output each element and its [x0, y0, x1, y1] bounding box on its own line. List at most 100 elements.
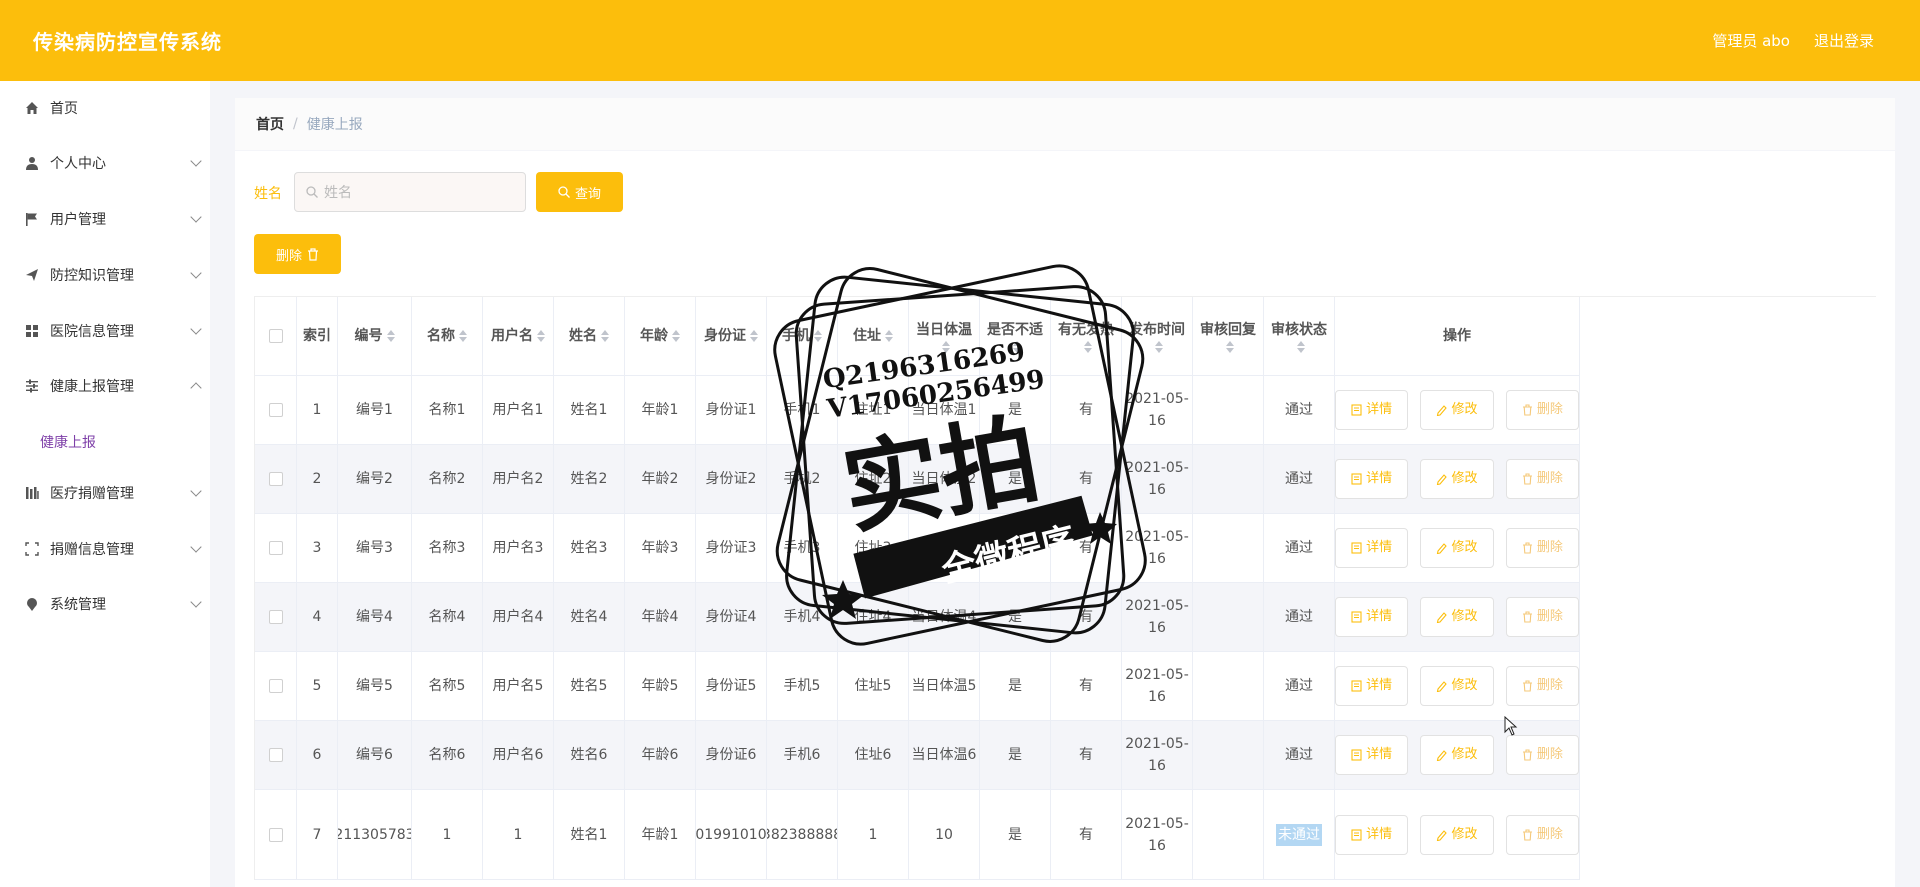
detail-button[interactable]: 详情: [1335, 597, 1409, 637]
header-unwell[interactable]: 是否不适: [980, 297, 1051, 376]
delete-button[interactable]: 删除: [1505, 666, 1579, 706]
sort-icon[interactable]: [1013, 341, 1021, 353]
header-temp-label: 当日体温: [916, 322, 972, 338]
row-checkbox[interactable]: [268, 748, 283, 762]
sort-icon[interactable]: [814, 330, 822, 342]
logout-link[interactable]: 退出登录: [1814, 30, 1874, 51]
sidebar-item-health-report-management[interactable]: 健康上报管理: [0, 366, 210, 406]
edit-button[interactable]: 修改: [1420, 597, 1494, 637]
grid-icon: [24, 323, 40, 339]
sort-icon[interactable]: [750, 330, 758, 342]
header-publish-label: 发布时间: [1129, 322, 1185, 338]
sidebar-item-hospital-management[interactable]: 医院信息管理: [0, 311, 210, 351]
edit-button-label: 修改: [1451, 747, 1478, 762]
detail-button[interactable]: 详情: [1335, 666, 1409, 706]
delete-button[interactable]: 删除: [1505, 459, 1579, 499]
edit-button-label: 修改: [1451, 540, 1478, 555]
row-checkbox[interactable]: [268, 610, 283, 624]
delete-button[interactable]: 删除: [1505, 814, 1579, 855]
header-name[interactable]: 名称: [412, 297, 483, 376]
sort-icon[interactable]: [459, 330, 467, 342]
cell-name: 名称5: [412, 652, 483, 721]
top-header: 传染病防控宣传系统 管理员 abo 退出登录: [0, 0, 1920, 81]
search-input[interactable]: 姓名: [294, 172, 526, 212]
sort-icon[interactable]: [885, 330, 893, 342]
select-all-checkbox[interactable]: [268, 329, 283, 343]
sidebar-item-user-management[interactable]: 用户管理: [0, 199, 210, 239]
sort-icon[interactable]: [1155, 341, 1163, 353]
cell-fever-value: 有: [1079, 747, 1093, 763]
header-fever[interactable]: 有无发热: [1051, 297, 1122, 376]
sidebar-item-knowledge-management[interactable]: 防控知识管理: [0, 255, 210, 295]
sidebar-item-donation-info-management[interactable]: 捐赠信息管理: [0, 529, 210, 569]
cell-ops: 详情 修改 删除: [1335, 721, 1580, 790]
cell-realname-value: 姓名2: [570, 471, 608, 487]
delete-button[interactable]: 删除: [1505, 528, 1579, 568]
cell-username-value: 用户名1: [492, 402, 544, 418]
header-reply[interactable]: 审核回复: [1193, 297, 1264, 376]
sidebar-item-home[interactable]: 首页: [0, 88, 210, 128]
sort-icon[interactable]: [386, 330, 395, 342]
breadcrumb-home[interactable]: 首页: [256, 114, 284, 134]
header-age[interactable]: 年龄: [625, 297, 696, 376]
edit-button[interactable]: 修改: [1420, 735, 1494, 775]
row-checkbox[interactable]: [268, 679, 283, 693]
cell-address: 住址1: [838, 376, 909, 445]
delete-button[interactable]: 删除: [1505, 735, 1579, 775]
header-idcard[interactable]: 身份证: [696, 297, 767, 376]
sort-icon[interactable]: [942, 341, 950, 353]
sort-icon[interactable]: [1226, 341, 1234, 353]
header-code[interactable]: 编号: [338, 297, 412, 376]
sidebar-item-donation-management[interactable]: 医疗捐赠管理: [0, 473, 210, 513]
detail-button[interactable]: 详情: [1335, 459, 1409, 499]
header-username[interactable]: 用户名: [483, 297, 554, 376]
detail-button[interactable]: 详情: [1335, 528, 1409, 568]
row-checkbox[interactable]: [268, 403, 283, 417]
edit-button[interactable]: 修改: [1420, 814, 1494, 855]
cell-fever-value: 有: [1079, 471, 1093, 487]
header-realname[interactable]: 姓名: [554, 297, 625, 376]
header-publish[interactable]: 发布时间: [1122, 297, 1193, 376]
edit-button[interactable]: 修改: [1420, 390, 1494, 430]
delete-button[interactable]: 删除: [1505, 390, 1579, 430]
delete-button[interactable]: 删除: [1505, 597, 1579, 637]
sidebar-item-label: 系统管理: [50, 597, 106, 613]
sort-icon[interactable]: [1297, 341, 1305, 353]
edit-icon: [1437, 612, 1448, 623]
row-checkbox[interactable]: [268, 472, 283, 486]
sort-icon[interactable]: [672, 330, 680, 342]
edit-button[interactable]: 修改: [1420, 666, 1494, 706]
header-phone[interactable]: 手机: [767, 297, 838, 376]
sidebar-subitem-health-report[interactable]: 健康上报: [0, 422, 210, 462]
header-address[interactable]: 住址: [838, 297, 909, 376]
row-checkbox[interactable]: [268, 541, 283, 555]
edit-button[interactable]: 修改: [1420, 528, 1494, 568]
cell-age-value: 年龄5: [641, 678, 679, 694]
chevron-down-icon: [190, 596, 202, 608]
sort-icon[interactable]: [537, 330, 545, 342]
cell-realname: 姓名6: [554, 721, 625, 790]
header-status[interactable]: 审核状态: [1264, 297, 1335, 376]
detail-button[interactable]: 详情: [1335, 735, 1409, 775]
cell-reply: [1193, 721, 1264, 790]
cell-phone-value: 手机1: [783, 402, 821, 418]
sort-icon[interactable]: [1084, 341, 1092, 353]
batch-delete-button[interactable]: 删除: [254, 234, 341, 274]
query-button[interactable]: 查询: [536, 172, 623, 212]
header-ops: 操作: [1335, 297, 1580, 376]
sidebar-item-personal-center[interactable]: 个人中心: [0, 143, 210, 183]
row-checkbox[interactable]: [268, 827, 283, 842]
sidebar-item-system-management[interactable]: 系统管理: [0, 584, 210, 624]
detail-button[interactable]: 详情: [1335, 390, 1409, 430]
header-temp[interactable]: 当日体温: [909, 297, 980, 376]
cell-publish: 2021-05-16: [1122, 376, 1193, 445]
sort-icon[interactable]: [601, 330, 609, 342]
cell-address: 住址5: [838, 652, 909, 721]
trash-icon: [1522, 611, 1532, 623]
cell-temp: 当日体温6: [909, 721, 980, 790]
edit-button[interactable]: 修改: [1420, 459, 1494, 499]
cell-username-value: 用户名6: [492, 747, 544, 763]
edit-icon: [1437, 474, 1448, 485]
current-user[interactable]: 管理员 abo: [1712, 30, 1790, 51]
detail-button[interactable]: 详情: [1335, 814, 1409, 855]
